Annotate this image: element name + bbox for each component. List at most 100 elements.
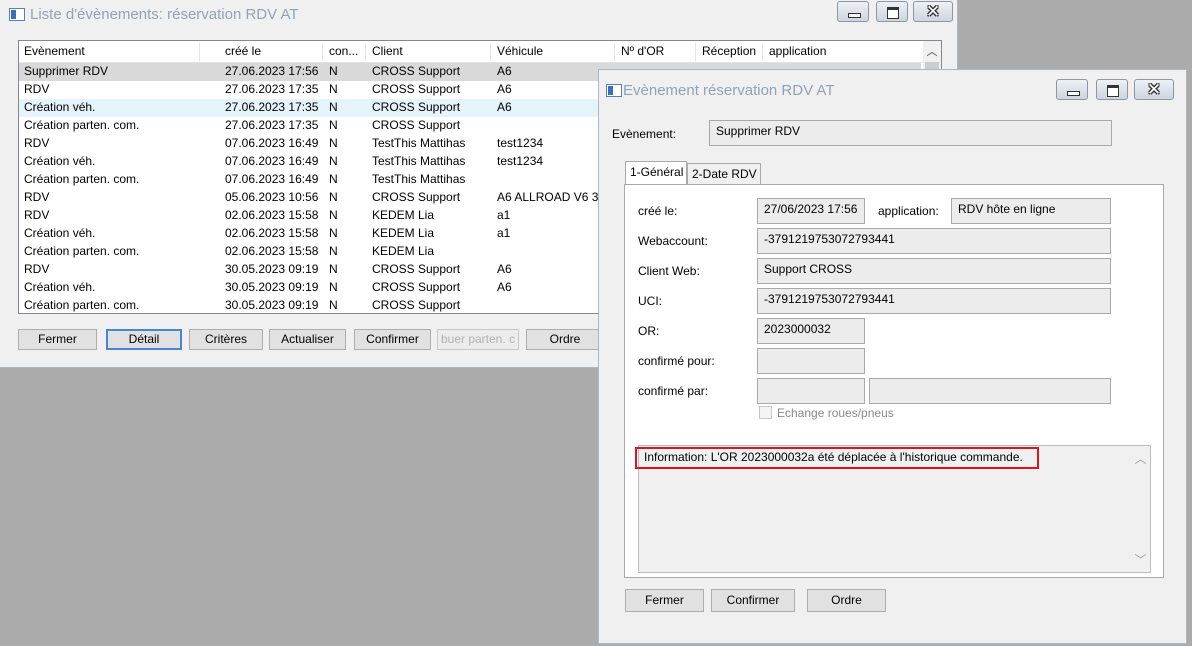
cell-event: RDV xyxy=(24,190,50,204)
webaccount-field[interactable]: -3791219753072793441 xyxy=(757,228,1111,254)
tab-date-rdv-label: 2-Date RDV xyxy=(692,167,757,181)
col-header-application[interactable]: application xyxy=(764,43,919,61)
maximize-button[interactable] xyxy=(1096,79,1128,100)
minimize-button[interactable] xyxy=(837,1,869,22)
col-header-or-number[interactable]: Nº d'OR xyxy=(616,43,696,61)
cell-con: N xyxy=(329,298,338,312)
scroll-up-arrow-icon[interactable]: ︿ xyxy=(923,43,941,61)
cell-created: 02.06.2023 15:58 xyxy=(225,244,319,258)
cell-con: N xyxy=(329,226,338,240)
scroll-up-arrow-icon[interactable]: ︿ xyxy=(1132,450,1149,467)
cell-client: CROSS Support xyxy=(372,280,461,294)
cell-event: Création parten. com. xyxy=(24,118,140,132)
cell-event: RDV xyxy=(24,262,50,276)
cell-client: CROSS Support xyxy=(372,100,461,114)
criteres-button[interactable]: Critères xyxy=(189,329,263,350)
close-button[interactable] xyxy=(1134,79,1174,100)
cell-event: Création véh. xyxy=(24,100,96,114)
col-header-reception[interactable]: Réception xyxy=(697,43,763,61)
webaccount-label: Webaccount: xyxy=(638,234,708,248)
cree-le-label: créé le: xyxy=(638,204,678,218)
tab-general[interactable]: 1-Général xyxy=(625,161,687,185)
confirme-pour-field[interactable] xyxy=(757,348,865,374)
cell-con: N xyxy=(329,118,338,132)
uci-label: UCI: xyxy=(638,294,662,308)
cell-created: 27.06.2023 17:35 xyxy=(225,100,319,114)
information-scrollbar[interactable]: ︿ ﹀ xyxy=(1132,447,1149,571)
actualiser-button[interactable]: Actualiser xyxy=(269,329,346,350)
cell-con: N xyxy=(329,154,338,168)
close-button[interactable] xyxy=(913,1,953,22)
detail-window-titlebar[interactable]: Evènement réservation RDV AT xyxy=(599,70,1186,100)
cell-client: TestThis Mattihas xyxy=(372,136,466,150)
uci-field[interactable]: -3791219753072793441 xyxy=(757,288,1111,314)
confirme-par-label: confirmé par: xyxy=(638,384,709,398)
cell-client: CROSS Support xyxy=(372,190,461,204)
cell-event: RDV xyxy=(24,136,50,150)
detail-ordre-button[interactable]: Ordre xyxy=(807,589,886,612)
grid-header: Evènement créé le con... Client Véhicule… xyxy=(19,41,941,63)
cell-con: N xyxy=(329,190,338,204)
cell-con: N xyxy=(329,280,338,294)
cell-client: CROSS Support xyxy=(372,82,461,96)
confirme-par-field[interactable] xyxy=(757,378,865,404)
confirme-pour-label: confirmé pour: xyxy=(638,354,715,368)
cell-created: 30.05.2023 09:19 xyxy=(225,298,319,312)
cell-created: 27.06.2023 17:35 xyxy=(225,82,319,96)
cell-client: TestThis Mattihas xyxy=(372,172,466,186)
col-header-con[interactable]: con... xyxy=(324,43,366,61)
cell-client: TestThis Mattihas xyxy=(372,154,466,168)
list-window-title: Liste d'évènements: réservation RDV AT xyxy=(30,6,299,23)
cell-con: N xyxy=(329,262,338,276)
cell-client: KEDEM Lia xyxy=(372,208,435,222)
cell-client: CROSS Support xyxy=(372,298,461,312)
cell-event: RDV xyxy=(24,82,50,96)
cell-created: 07.06.2023 16:49 xyxy=(225,172,319,186)
cell-event: Création véh. xyxy=(24,154,96,168)
maximize-button[interactable] xyxy=(876,1,908,22)
client-web-field[interactable]: Support CROSS xyxy=(757,258,1111,284)
cell-con: N xyxy=(329,64,338,78)
cree-le-field[interactable]: 27/06/2023 17:56 xyxy=(757,198,865,224)
col-header-created[interactable]: créé le xyxy=(220,43,323,61)
cell-con: N xyxy=(329,100,338,114)
application-field[interactable]: RDV hôte en ligne xyxy=(951,198,1111,224)
or-field[interactable]: 2023000032 xyxy=(757,318,865,344)
event-field[interactable]: Supprimer RDV xyxy=(709,120,1112,146)
col-header-client[interactable]: Client xyxy=(367,43,491,61)
list-window-titlebar[interactable]: Liste d'évènements: réservation RDV AT xyxy=(0,0,957,30)
cell-created: 30.05.2023 09:19 xyxy=(225,280,319,294)
confirme-par-name-field[interactable] xyxy=(869,378,1111,404)
detail-window-title: Evènement réservation RDV AT xyxy=(623,82,835,99)
cell-created: 30.05.2023 09:19 xyxy=(225,262,319,276)
application-label: application: xyxy=(878,204,939,218)
cell-created: 05.06.2023 10:56 xyxy=(225,190,319,204)
detail-button[interactable]: Détail xyxy=(106,329,182,350)
col-header-vehicle[interactable]: Véhicule xyxy=(492,43,615,61)
window-app-icon xyxy=(606,84,622,97)
cell-client: KEDEM Lia xyxy=(372,226,435,240)
ordre-button[interactable]: Ordre xyxy=(526,329,604,350)
scroll-down-arrow-icon[interactable]: ﹀ xyxy=(1132,551,1149,568)
cell-con: N xyxy=(329,136,338,150)
tab-date-rdv[interactable]: 2-Date RDV xyxy=(687,163,761,185)
cell-event: Création parten. com. xyxy=(24,298,140,312)
minimize-button[interactable] xyxy=(1056,79,1088,100)
echange-label: Echange roues/pneus xyxy=(777,406,894,420)
cell-con: N xyxy=(329,82,338,96)
detail-confirmer-button[interactable]: Confirmer xyxy=(711,589,795,612)
cell-client: CROSS Support xyxy=(372,118,461,132)
cell-event: Création véh. xyxy=(24,280,96,294)
cell-event: Création parten. com. xyxy=(24,172,140,186)
echange-checkbox[interactable] xyxy=(759,406,772,419)
cell-con: N xyxy=(329,208,338,222)
confirmer-button[interactable]: Confirmer xyxy=(354,329,431,350)
event-detail-window: Evènement réservation RDV AT Evènement: … xyxy=(598,69,1187,644)
cell-con: N xyxy=(329,244,338,258)
fermer-button[interactable]: Fermer xyxy=(18,329,97,350)
col-header-event[interactable]: Evènement xyxy=(19,43,200,61)
detail-fermer-button[interactable]: Fermer xyxy=(625,589,704,612)
cell-event: Création parten. com. xyxy=(24,244,140,258)
cell-event: Création véh. xyxy=(24,226,96,240)
cell-created: 07.06.2023 16:49 xyxy=(225,154,319,168)
